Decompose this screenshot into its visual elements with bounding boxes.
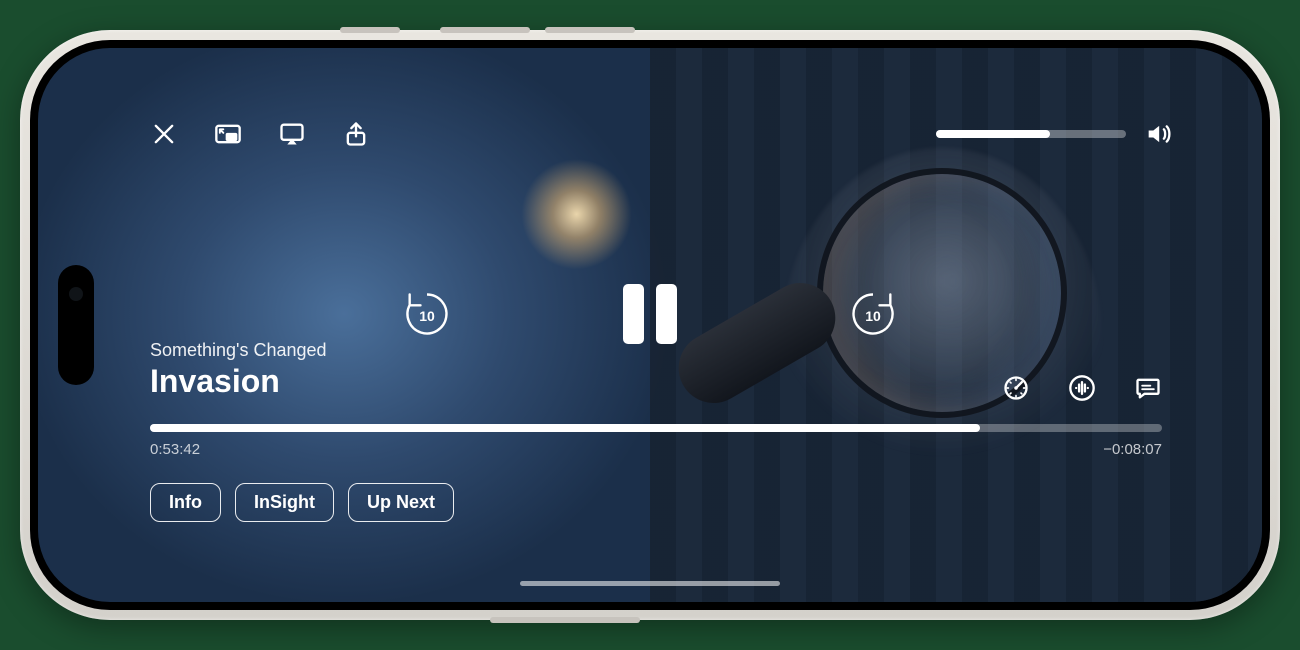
skip-forward-button[interactable]: 10 bbox=[847, 288, 899, 340]
action-button-edge bbox=[340, 27, 400, 33]
time-remaining: −0:08:07 bbox=[1103, 441, 1162, 458]
picture-in-picture-button[interactable] bbox=[214, 120, 242, 148]
volume-down-edge bbox=[545, 27, 635, 33]
skip-forward-seconds: 10 bbox=[847, 288, 899, 340]
volume-slider[interactable] bbox=[936, 130, 1126, 138]
skip-back-button[interactable]: 10 bbox=[401, 288, 453, 340]
volume-fill bbox=[936, 130, 1050, 138]
close-button[interactable] bbox=[150, 120, 178, 148]
power-button-edge bbox=[490, 617, 640, 623]
video-player-screen: 10 10 Something's Changed Invasion bbox=[38, 48, 1262, 602]
playback-speed-button[interactable] bbox=[1002, 374, 1030, 402]
subtitles-button[interactable] bbox=[1134, 374, 1162, 402]
episode-title: Something's Changed bbox=[150, 340, 327, 361]
phone-frame: 10 10 Something's Changed Invasion bbox=[20, 30, 1280, 620]
time-elapsed: 0:53:42 bbox=[150, 441, 200, 458]
home-indicator[interactable] bbox=[520, 581, 780, 586]
speaker-icon[interactable] bbox=[1144, 120, 1172, 148]
skip-back-seconds: 10 bbox=[401, 288, 453, 340]
tab-info[interactable]: Info bbox=[150, 483, 221, 522]
pause-button[interactable] bbox=[623, 284, 677, 344]
volume-up-edge bbox=[440, 27, 530, 33]
progress-fill bbox=[150, 424, 980, 432]
tab-upnext[interactable]: Up Next bbox=[348, 483, 454, 522]
show-title: Invasion bbox=[150, 363, 327, 400]
share-button[interactable] bbox=[342, 120, 370, 148]
airplay-button[interactable] bbox=[278, 120, 306, 148]
tab-insight[interactable]: InSight bbox=[235, 483, 334, 522]
phone-bezel: 10 10 Something's Changed Invasion bbox=[30, 40, 1270, 610]
audio-enhance-button[interactable] bbox=[1068, 374, 1096, 402]
progress-scrubber[interactable] bbox=[150, 424, 1162, 432]
